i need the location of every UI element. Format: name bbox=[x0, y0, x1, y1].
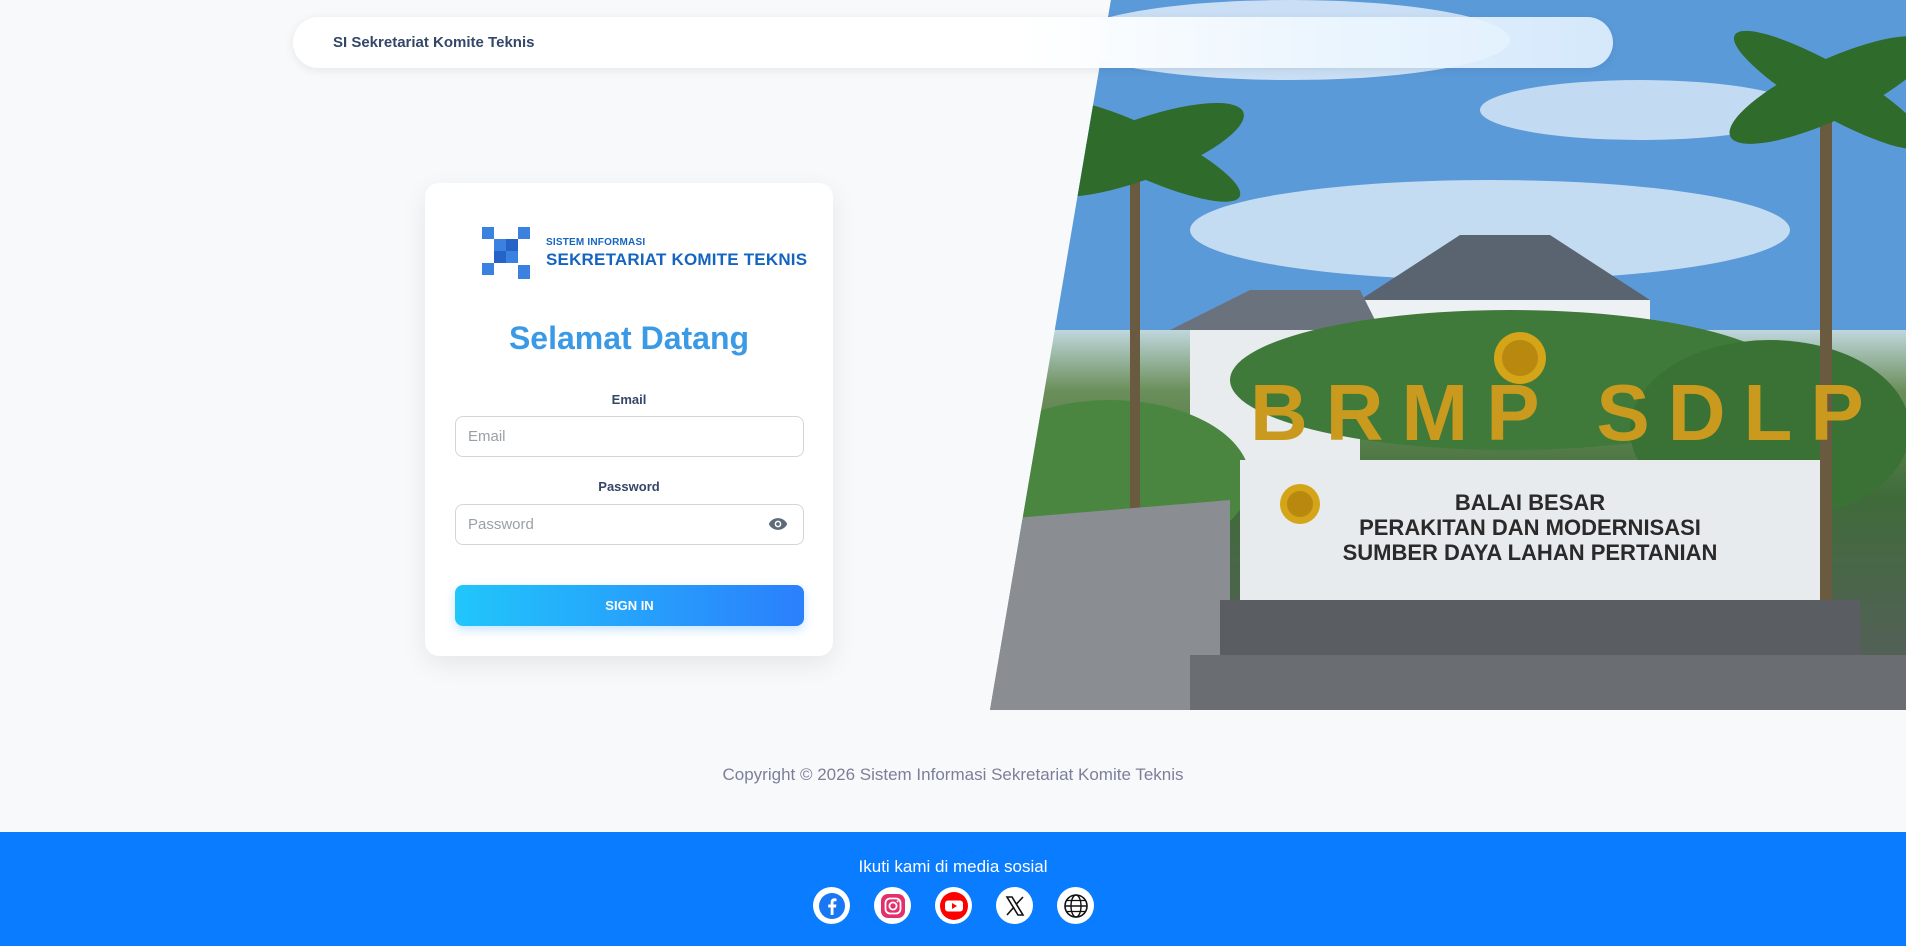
logo-subtitle: SISTEM INFORMASI bbox=[546, 236, 646, 248]
login-card: SISTEM INFORMASI SEKRETARIAT KOMITE TEKN… bbox=[425, 183, 833, 656]
password-label: Password bbox=[598, 479, 660, 494]
app-logo: SISTEM INFORMASI SEKRETARIAT KOMITE TEKN… bbox=[482, 227, 807, 279]
globe-icon[interactable] bbox=[1057, 887, 1094, 924]
follow-us-text: Ikuti kami di media sosial bbox=[858, 857, 1048, 876]
copyright-text: Copyright © 2026 Sistem Informasi Sekret… bbox=[722, 765, 1184, 784]
email-label: Email bbox=[611, 392, 647, 407]
sign-big-text: BRMP SDLP bbox=[1250, 368, 1882, 457]
welcome-heading: Selamat Datang bbox=[508, 320, 750, 356]
password-field[interactable] bbox=[455, 504, 804, 545]
email-field[interactable] bbox=[455, 416, 804, 457]
eye-icon[interactable] bbox=[768, 516, 788, 532]
campus-photo: BRMP SDLP BALAI BESAR PERAKITAN DAN MODE… bbox=[990, 0, 1906, 710]
facebook-icon[interactable] bbox=[813, 887, 850, 924]
sign-in-button[interactable]: SIGN IN bbox=[455, 585, 804, 626]
logo-mark-icon bbox=[482, 227, 530, 279]
sign-line3: SUMBER DAYA LAHAN PERTANIAN bbox=[1343, 540, 1718, 565]
sign-line1: BALAI BESAR bbox=[1455, 490, 1605, 515]
youtube-icon[interactable] bbox=[935, 887, 972, 924]
social-links bbox=[813, 887, 1094, 924]
footer: Ikuti kami di media sosial bbox=[0, 832, 1906, 946]
instagram-icon[interactable] bbox=[874, 887, 911, 924]
sign-line2: PERAKITAN DAN MODERNISASI bbox=[1359, 515, 1701, 540]
top-navbar: SI Sekretariat Komite Teknis bbox=[293, 17, 1613, 68]
logo-title: SEKRETARIAT KOMITE TEKNIS bbox=[546, 249, 808, 269]
x-icon[interactable] bbox=[996, 887, 1033, 924]
hero-image: BRMP SDLP BALAI BESAR PERAKITAN DAN MODE… bbox=[990, 0, 1906, 710]
navbar-brand[interactable]: SI Sekretariat Komite Teknis bbox=[333, 34, 534, 51]
